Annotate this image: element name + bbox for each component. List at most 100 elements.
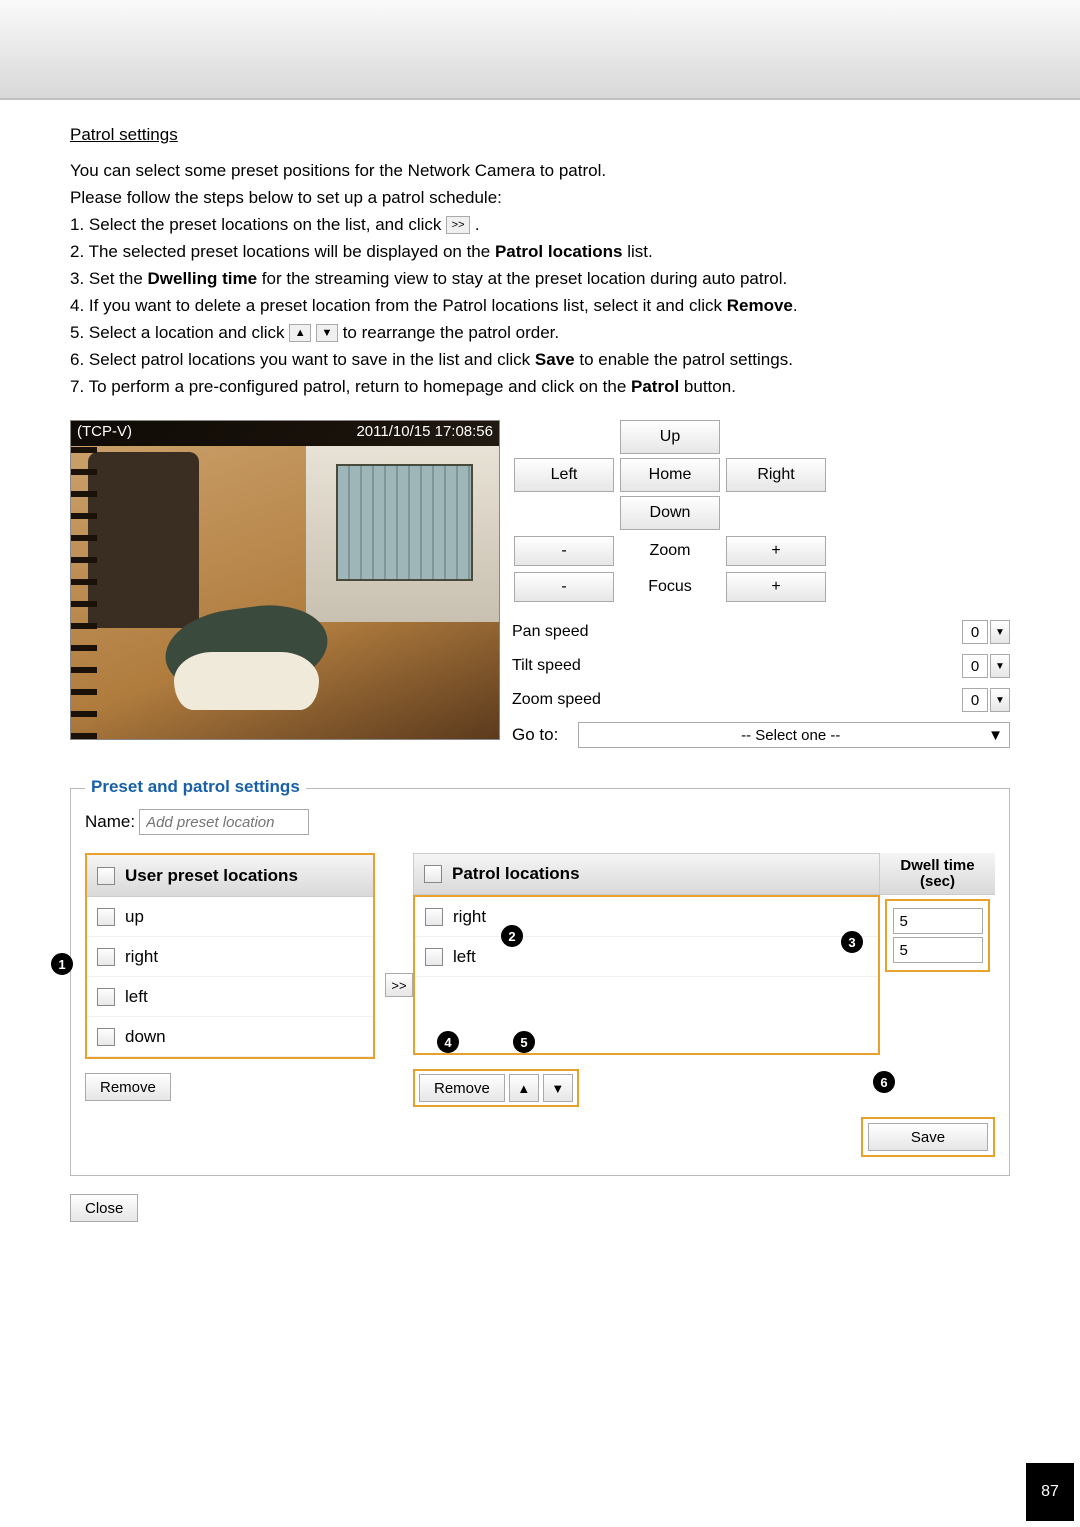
move-down-button[interactable]: ▼	[543, 1074, 573, 1102]
preset-name-input[interactable]	[139, 809, 309, 835]
step-text: 1. Select the preset locations on the li…	[70, 215, 446, 234]
goto-select[interactable]: -- Select one -- ▼	[578, 722, 1010, 748]
preset-item-label: left	[125, 987, 148, 1007]
list-item[interactable]: down	[87, 1017, 373, 1057]
ptz-controls: Up Left Home Right Down - Zoom + - Focus	[510, 420, 1010, 748]
page-number: 87	[1026, 1463, 1074, 1521]
step-bold: Dwelling time	[148, 269, 258, 288]
transfer-button[interactable]: >>	[385, 973, 413, 997]
dwell-header-line: (sec)	[920, 874, 955, 890]
dwell-header-line: Dwell time	[900, 858, 974, 874]
zoom-speed-value: 0	[962, 688, 988, 712]
name-label: Name:	[85, 812, 135, 832]
preset-remove-button[interactable]: Remove	[85, 1073, 171, 1101]
zoom-out-button[interactable]: -	[514, 536, 614, 566]
zoom-label: Zoom	[620, 536, 720, 566]
step-text: to rearrange the patrol order.	[343, 323, 559, 342]
patrol-item-label: right	[453, 907, 486, 927]
patrol-column: 2 3 4 5 6 Patrol locations Dwell time	[413, 853, 995, 1157]
video-timestamp: 2011/10/15 17:08:56	[356, 423, 493, 440]
list-item[interactable]: right	[87, 937, 373, 977]
select-all-preset-checkbox[interactable]	[97, 867, 115, 885]
transfer-icon: >>	[446, 216, 470, 234]
video-source-label: (TCP-V)	[77, 423, 132, 440]
preset-item-label: down	[125, 1027, 166, 1047]
patrol-checkbox[interactable]	[425, 948, 443, 966]
step-text: .	[793, 296, 798, 315]
list-item[interactable]: right	[415, 897, 878, 937]
step-bold: Save	[535, 350, 575, 369]
step-3: 3. Set the Dwelling time for the streami…	[70, 268, 1010, 291]
pan-speed-dropdown[interactable]: ▼	[990, 620, 1010, 644]
focus-label: Focus	[620, 572, 720, 602]
step-7: 7. To perform a pre-configured patrol, r…	[70, 376, 1010, 399]
intro-line: Please follow the steps below to set up …	[70, 187, 1010, 210]
zoom-in-button[interactable]: +	[726, 536, 826, 566]
ptz-home-button[interactable]: Home	[620, 458, 720, 492]
step-text: 3. Set the	[70, 269, 148, 288]
intro-text: You can select some preset positions for…	[70, 160, 1010, 398]
move-up-button[interactable]: ▲	[509, 1074, 539, 1102]
step-text: 2. The selected preset locations will be…	[70, 242, 495, 261]
zoom-speed-dropdown[interactable]: ▼	[990, 688, 1010, 712]
step-5: 5. Select a location and click ▲ ▼ to re…	[70, 322, 1010, 345]
zoom-speed-label: Zoom speed	[512, 691, 601, 709]
step-text: to enable the patrol settings.	[575, 350, 793, 369]
list-item[interactable]: left	[415, 937, 878, 977]
step-2: 2. The selected preset locations will be…	[70, 241, 1010, 264]
tilt-speed-dropdown[interactable]: ▼	[990, 654, 1010, 678]
step-text: 6. Select patrol locations you want to s…	[70, 350, 535, 369]
pan-speed-label: Pan speed	[512, 623, 589, 641]
camera-preview: (TCP-V) 2011/10/15 17:08:56	[70, 420, 500, 740]
fieldset-legend: Preset and patrol settings	[85, 777, 306, 797]
close-button[interactable]: Close	[70, 1194, 138, 1222]
ptz-right-button[interactable]: Right	[726, 458, 826, 492]
list-item[interactable]: up	[87, 897, 373, 937]
preset-listbox: User preset locations up right left down	[85, 853, 375, 1059]
callout-1: 1	[51, 953, 73, 975]
save-button[interactable]: Save	[868, 1123, 988, 1151]
page-header-bar	[0, 0, 1080, 100]
preset-checkbox[interactable]	[97, 988, 115, 1006]
step-text: for the streaming view to stay at the pr…	[257, 269, 787, 288]
list-item[interactable]: left	[87, 977, 373, 1017]
preset-checkbox[interactable]	[97, 1028, 115, 1046]
focus-far-button[interactable]: +	[726, 572, 826, 602]
patrol-remove-button[interactable]: Remove	[419, 1074, 505, 1102]
preset-item-label: up	[125, 907, 144, 927]
step-bold: Remove	[727, 296, 793, 315]
arrow-up-icon: ▲	[289, 324, 311, 342]
step-text: 7. To perform a pre-configured patrol, r…	[70, 377, 631, 396]
camera-image	[71, 446, 499, 739]
goto-select-value: -- Select one --	[593, 727, 988, 744]
ptz-left-button[interactable]: Left	[514, 458, 614, 492]
step-text: 4. If you want to delete a preset locati…	[70, 296, 727, 315]
goto-label: Go to:	[512, 725, 558, 745]
dwell-header: Dwell time (sec)	[880, 853, 995, 895]
patrol-item-label: left	[453, 947, 476, 967]
patrol-checkbox[interactable]	[425, 908, 443, 926]
step-bold: Patrol locations	[495, 242, 623, 261]
ptz-down-button[interactable]: Down	[620, 496, 720, 530]
focus-near-button[interactable]: -	[514, 572, 614, 602]
dwell-time-input[interactable]	[893, 937, 983, 963]
preset-checkbox[interactable]	[97, 908, 115, 926]
arrow-down-icon: ▼	[316, 324, 338, 342]
step-1: 1. Select the preset locations on the li…	[70, 214, 1010, 237]
preset-item-label: right	[125, 947, 158, 967]
pan-speed-value: 0	[962, 620, 988, 644]
preset-patrol-fieldset: Preset and patrol settings Name: 1 User …	[70, 788, 1010, 1176]
step-text: button.	[679, 377, 736, 396]
step-bold: Patrol	[631, 377, 679, 396]
preset-header-label: User preset locations	[125, 866, 298, 886]
tilt-speed-label: Tilt speed	[512, 657, 581, 675]
patrol-listbox: right left	[413, 895, 880, 1055]
ptz-up-button[interactable]: Up	[620, 420, 720, 454]
preset-checkbox[interactable]	[97, 948, 115, 966]
section-title: Patrol settings	[70, 125, 1010, 145]
dwell-column	[880, 895, 995, 1055]
chevron-down-icon: ▼	[988, 727, 1003, 744]
select-all-patrol-checkbox[interactable]	[424, 865, 442, 883]
step-text: list.	[622, 242, 652, 261]
dwell-time-input[interactable]	[893, 908, 983, 934]
